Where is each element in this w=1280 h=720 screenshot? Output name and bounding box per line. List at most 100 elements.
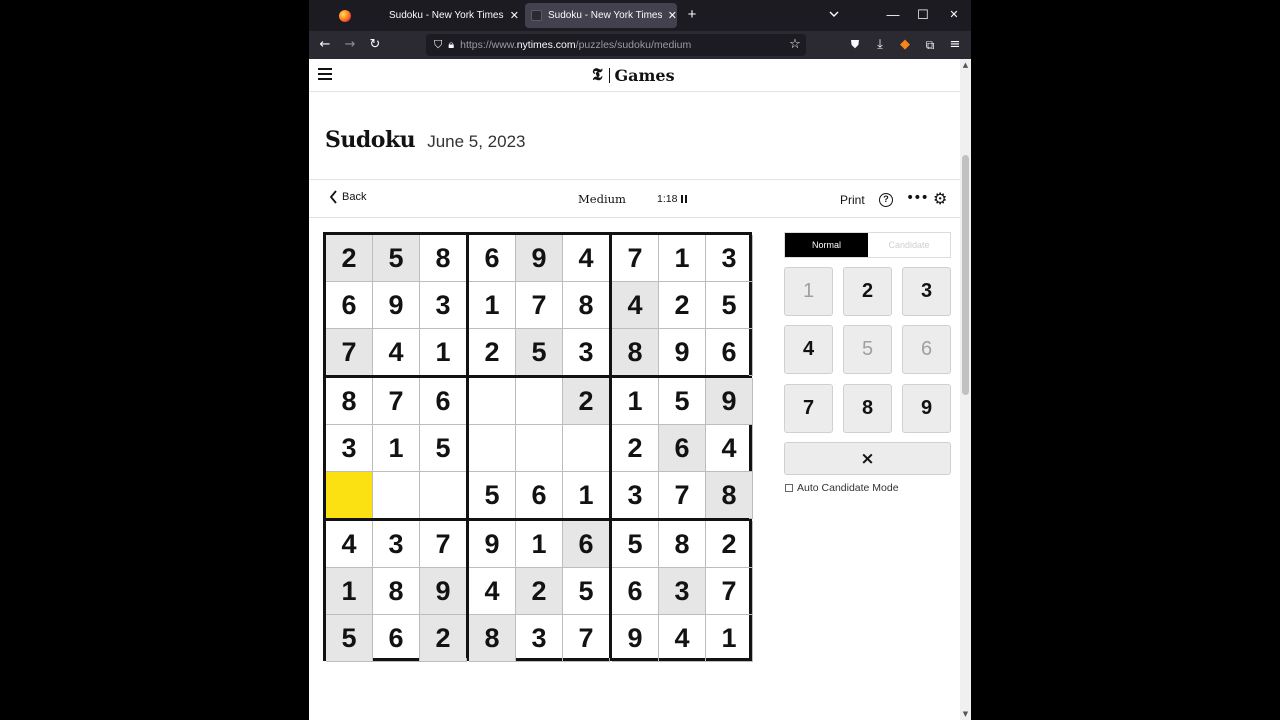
sudoku-cell[interactable]: 3 [373,521,420,568]
sudoku-cell[interactable]: 2 [469,329,516,376]
scrollbar-thumb[interactable] [962,155,969,395]
url-bar[interactable]: ⛉ 🔒︎ https://www.nytimes.com/puzzles/sud… [426,34,806,56]
back-button[interactable]: Back [329,190,366,204]
sudoku-cell[interactable]: 9 [420,568,467,615]
scroll-up-arrow-icon[interactable]: ▲ [960,61,971,69]
downloads-icon[interactable]: ⤓ [871,36,889,54]
sudoku-cell[interactable] [469,378,516,425]
sudoku-cell[interactable]: 8 [563,282,610,329]
firefox-view-button[interactable] [339,3,361,28]
number-key[interactable]: 3 [902,267,951,316]
sudoku-cell[interactable]: 2 [326,235,373,282]
app-menu-icon[interactable]: ≡ [946,36,964,54]
bookmark-star-icon[interactable]: ☆ [786,36,804,54]
extensions-icon[interactable]: ⧉ [921,36,939,54]
sudoku-cell[interactable]: 4 [612,282,659,329]
sudoku-cell[interactable]: 1 [420,329,467,376]
sudoku-cell[interactable] [563,425,610,472]
sudoku-cell[interactable]: 9 [516,235,563,282]
minimize-button[interactable]: — [883,6,903,24]
sudoku-cell[interactable]: 2 [516,568,563,615]
sudoku-cell[interactable]: 4 [706,425,753,472]
sudoku-cell[interactable]: 4 [326,521,373,568]
sudoku-cell[interactable]: 8 [373,568,420,615]
sudoku-cell[interactable]: 1 [706,615,753,662]
sudoku-cell[interactable]: 2 [659,282,706,329]
sudoku-cell[interactable]: 2 [706,521,753,568]
settings-gear-icon[interactable]: ⚙ [933,191,947,207]
sudoku-cell[interactable]: 7 [373,378,420,425]
new-tab-button[interactable]: + [682,6,702,24]
sudoku-cell[interactable]: 8 [706,472,753,519]
sudoku-cell[interactable]: 5 [326,615,373,662]
sudoku-cell[interactable]: 5 [469,472,516,519]
list-all-tabs-button[interactable] [824,6,844,24]
sudoku-cell[interactable] [469,425,516,472]
sudoku-cell[interactable]: 7 [420,521,467,568]
sudoku-cell[interactable]: 2 [563,378,610,425]
sudoku-cell[interactable]: 7 [516,282,563,329]
pocket-icon[interactable]: ⛊ [846,36,864,54]
number-key[interactable]: 5 [843,325,892,374]
sudoku-cell[interactable] [420,472,467,519]
sudoku-cell[interactable]: 1 [659,235,706,282]
sudoku-cell[interactable]: 8 [612,329,659,376]
sudoku-cell[interactable]: 9 [469,521,516,568]
hamburger-menu-icon[interactable] [318,68,332,80]
number-key[interactable]: 6 [902,325,951,374]
sudoku-cell[interactable]: 5 [516,329,563,376]
normal-mode-button[interactable]: Normal [785,233,868,257]
forward-arrow-icon[interactable]: → [341,36,359,54]
sudoku-cell[interactable]: 5 [373,235,420,282]
sudoku-cell[interactable]: 1 [373,425,420,472]
browser-tab[interactable]: Sudoku - New York Times Num ✕ [379,3,519,28]
sudoku-cell[interactable]: 9 [373,282,420,329]
nyt-games-logo[interactable]: 𝕿 Games [592,65,675,85]
erase-button[interactable]: × [784,442,951,475]
sudoku-cell[interactable]: 7 [326,329,373,376]
sudoku-cell[interactable]: 7 [706,568,753,615]
candidate-mode-button[interactable]: Candidate [868,233,950,257]
close-window-button[interactable]: ✕ [944,6,964,24]
sudoku-cell[interactable] [326,472,373,519]
sudoku-cell[interactable]: 8 [326,378,373,425]
sudoku-cell[interactable]: 2 [612,425,659,472]
number-key[interactable]: 9 [902,384,951,433]
sudoku-cell[interactable]: 6 [706,329,753,376]
sudoku-cell[interactable]: 3 [659,568,706,615]
sudoku-cell[interactable]: 6 [373,615,420,662]
timer[interactable]: 1:18 [657,193,688,205]
sudoku-cell[interactable]: 8 [469,615,516,662]
sudoku-cell[interactable] [373,472,420,519]
metamask-extension-icon[interactable]: ◆ [896,36,914,54]
sudoku-cell[interactable]: 4 [373,329,420,376]
sudoku-cell[interactable]: 6 [420,378,467,425]
help-icon[interactable]: ? [879,193,893,207]
sudoku-cell[interactable]: 5 [612,521,659,568]
sudoku-cell[interactable]: 6 [469,235,516,282]
shield-icon[interactable]: ⛉ [434,38,442,52]
sudoku-cell[interactable]: 6 [612,568,659,615]
sudoku-cell[interactable]: 6 [326,282,373,329]
lock-icon[interactable]: 🔒︎ [448,38,454,52]
print-button[interactable]: Print [840,193,865,207]
sudoku-cell[interactable]: 3 [612,472,659,519]
sudoku-cell[interactable]: 5 [563,568,610,615]
auto-candidate-toggle[interactable]: Auto Candidate Mode [785,482,899,494]
sudoku-cell[interactable]: 4 [563,235,610,282]
sudoku-cell[interactable]: 9 [706,378,753,425]
sudoku-cell[interactable]: 9 [612,615,659,662]
sudoku-cell[interactable]: 8 [659,521,706,568]
sudoku-cell[interactable]: 1 [326,568,373,615]
sudoku-cell[interactable]: 4 [659,615,706,662]
browser-tab-active[interactable]: Sudoku - New York Times Num ✕ [525,3,677,28]
sudoku-cell[interactable]: 6 [659,425,706,472]
number-key[interactable]: 1 [784,267,833,316]
sudoku-cell[interactable]: 3 [516,615,563,662]
maximize-button[interactable]: ☐ [913,6,933,24]
sudoku-cell[interactable] [516,425,563,472]
tab-close-icon[interactable]: ✕ [510,9,519,22]
sudoku-cell[interactable]: 7 [659,472,706,519]
back-arrow-icon[interactable]: ← [316,36,334,54]
tab-close-icon[interactable]: ✕ [668,9,677,22]
